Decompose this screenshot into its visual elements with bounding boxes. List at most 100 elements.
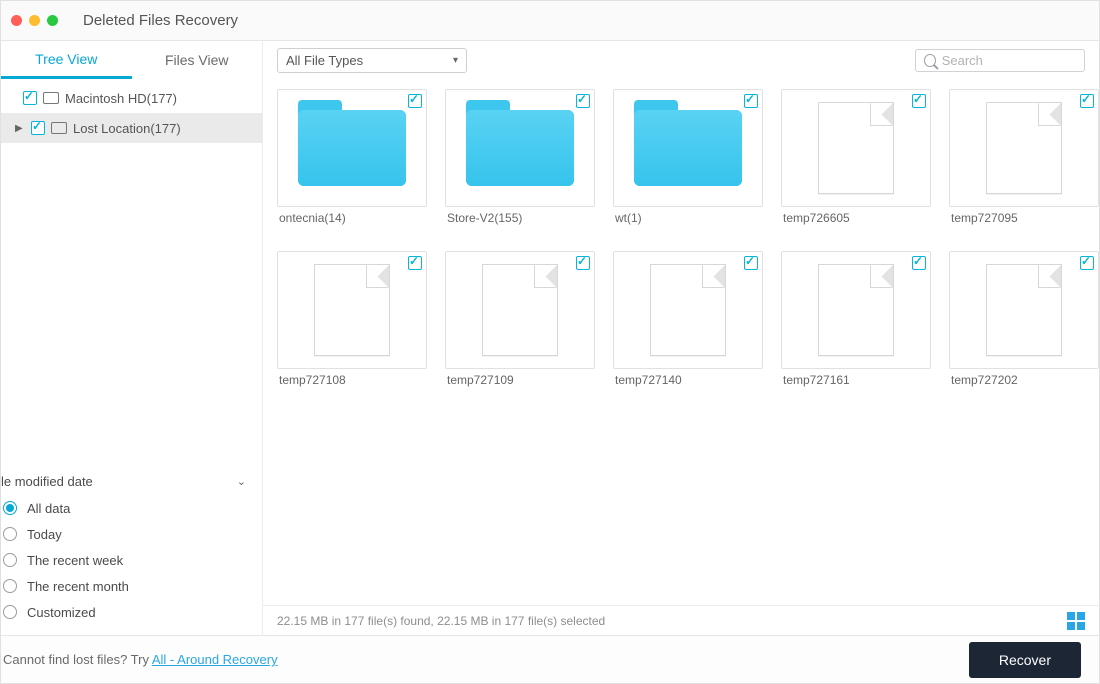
file-icon xyxy=(482,264,558,356)
tree-root-drive[interactable]: Macintosh HD(177) xyxy=(1,83,262,113)
folder-icon xyxy=(466,110,574,186)
item-checkbox-icon[interactable] xyxy=(912,256,926,270)
hint-prefix: Cannot find lost files? Try xyxy=(3,652,152,667)
file-thumb[interactable] xyxy=(949,251,1099,369)
item-label: temp727095 xyxy=(949,207,1099,225)
radio-icon[interactable] xyxy=(3,579,17,593)
item-label: Store-V2(155) xyxy=(445,207,595,225)
tree-node-lost-location[interactable]: ▶ Lost Location(177) xyxy=(1,113,262,143)
drive-icon xyxy=(43,92,59,104)
filter-option[interactable]: Customized xyxy=(1,599,256,625)
file-grid: ontecnia(14) Store-V2(155) wt(1) temp726605… xyxy=(263,79,1099,605)
folder-thumb[interactable] xyxy=(613,89,763,207)
tree-label: Lost Location(177) xyxy=(73,121,181,136)
grid-item[interactable]: ontecnia(14) xyxy=(277,89,427,225)
folder-thumb[interactable] xyxy=(445,89,595,207)
file-tree: Macintosh HD(177) ▶ Lost Location(177) xyxy=(1,79,262,143)
item-checkbox-icon[interactable] xyxy=(408,256,422,270)
hint: Cannot find lost files? Try All - Around… xyxy=(3,652,278,667)
filter-header[interactable]: le modified date ⌄ xyxy=(1,470,256,495)
item-checkbox-icon[interactable] xyxy=(1080,94,1094,108)
item-label: temp727140 xyxy=(613,369,763,387)
item-checkbox-icon[interactable] xyxy=(744,94,758,108)
grid-item[interactable]: temp727095 xyxy=(949,89,1099,225)
sidebar-tabs: Tree View Files View xyxy=(1,41,262,79)
item-checkbox-icon[interactable] xyxy=(408,94,422,108)
radio-icon[interactable] xyxy=(3,605,17,619)
page-title: Deleted Files Recovery xyxy=(83,12,238,29)
grid-item[interactable]: Store-V2(155) xyxy=(445,89,595,225)
radio-icon[interactable] xyxy=(3,527,17,541)
folder-icon xyxy=(298,110,406,186)
filetype-select[interactable]: All File Types ▾ xyxy=(277,48,467,73)
chevron-down-icon: ▾ xyxy=(453,55,458,66)
chevron-right-icon[interactable]: ▶ xyxy=(15,123,25,134)
file-thumb[interactable] xyxy=(277,251,427,369)
item-checkbox-icon[interactable] xyxy=(912,94,926,108)
search-box[interactable] xyxy=(915,49,1085,72)
grid-view-icon[interactable] xyxy=(1067,612,1085,630)
file-icon xyxy=(818,264,894,356)
filter-option-label: Customized xyxy=(27,605,96,620)
filter-option-label: The recent week xyxy=(27,553,123,568)
grid-item[interactable]: temp727161 xyxy=(781,251,931,387)
tab-files-view[interactable]: Files View xyxy=(132,41,263,79)
file-thumb[interactable] xyxy=(613,251,763,369)
item-label: temp727202 xyxy=(949,369,1099,387)
app-window: Deleted Files Recovery Tree View Files V… xyxy=(0,0,1100,684)
filter-option[interactable]: The recent month xyxy=(1,573,256,599)
file-icon xyxy=(986,264,1062,356)
status-text: 22.15 MB in 177 file(s) found, 22.15 MB … xyxy=(277,614,605,628)
file-thumb[interactable] xyxy=(445,251,595,369)
file-icon xyxy=(314,264,390,356)
item-label: temp727161 xyxy=(781,369,931,387)
grid-item[interactable]: temp726605 xyxy=(781,89,931,225)
item-checkbox-icon[interactable] xyxy=(744,256,758,270)
folder-thumb[interactable] xyxy=(277,89,427,207)
radio-icon[interactable] xyxy=(3,501,17,515)
filter-option[interactable]: The recent week xyxy=(1,547,256,573)
item-checkbox-icon[interactable] xyxy=(576,94,590,108)
drive-icon xyxy=(51,122,67,134)
checkbox-icon[interactable] xyxy=(31,121,45,135)
file-thumb[interactable] xyxy=(949,89,1099,207)
file-thumb[interactable] xyxy=(781,251,931,369)
minimize-window-icon[interactable] xyxy=(29,15,40,26)
search-icon xyxy=(924,54,936,67)
zoom-window-icon[interactable] xyxy=(47,15,58,26)
filter-option[interactable]: All data xyxy=(1,495,256,521)
file-icon xyxy=(818,102,894,194)
status-bar: 22.15 MB in 177 file(s) found, 22.15 MB … xyxy=(263,605,1099,635)
sidebar: Tree View Files View Macintosh HD(177) ▶ xyxy=(1,41,263,635)
checkbox-icon[interactable] xyxy=(23,91,37,105)
grid-item[interactable]: temp727202 xyxy=(949,251,1099,387)
radio-icon[interactable] xyxy=(3,553,17,567)
chevron-down-icon: ⌄ xyxy=(237,475,246,488)
grid-item[interactable]: temp727109 xyxy=(445,251,595,387)
filetype-select-label: All File Types xyxy=(286,53,363,68)
item-checkbox-icon[interactable] xyxy=(576,256,590,270)
filter-option-label: Today xyxy=(27,527,62,542)
grid-item[interactable]: temp727140 xyxy=(613,251,763,387)
tree-label: Macintosh HD(177) xyxy=(65,91,177,106)
titlebar: Deleted Files Recovery xyxy=(1,1,1099,41)
main-panel: All File Types ▾ ontecnia(14) Store-V2(15… xyxy=(263,41,1099,635)
filter-options: All data Today The recent week The recent m… xyxy=(1,495,256,625)
file-icon xyxy=(650,264,726,356)
item-checkbox-icon[interactable] xyxy=(1080,256,1094,270)
tab-tree-view[interactable]: Tree View xyxy=(1,41,132,79)
filter-option[interactable]: Today xyxy=(1,521,256,547)
file-thumb[interactable] xyxy=(781,89,931,207)
recover-button[interactable]: Recover xyxy=(969,642,1081,678)
toolbar: All File Types ▾ xyxy=(263,41,1099,79)
modified-date-filter: le modified date ⌄ All data Today The rece… xyxy=(1,464,262,635)
search-input[interactable] xyxy=(942,53,1076,68)
footer: Cannot find lost files? Try All - Around… xyxy=(1,635,1099,683)
filter-option-label: The recent month xyxy=(27,579,129,594)
folder-icon xyxy=(634,110,742,186)
grid-item[interactable]: wt(1) xyxy=(613,89,763,225)
close-window-icon[interactable] xyxy=(11,15,22,26)
grid-item[interactable]: temp727108 xyxy=(277,251,427,387)
item-label: temp726605 xyxy=(781,207,931,225)
hint-link[interactable]: All - Around Recovery xyxy=(152,652,278,667)
